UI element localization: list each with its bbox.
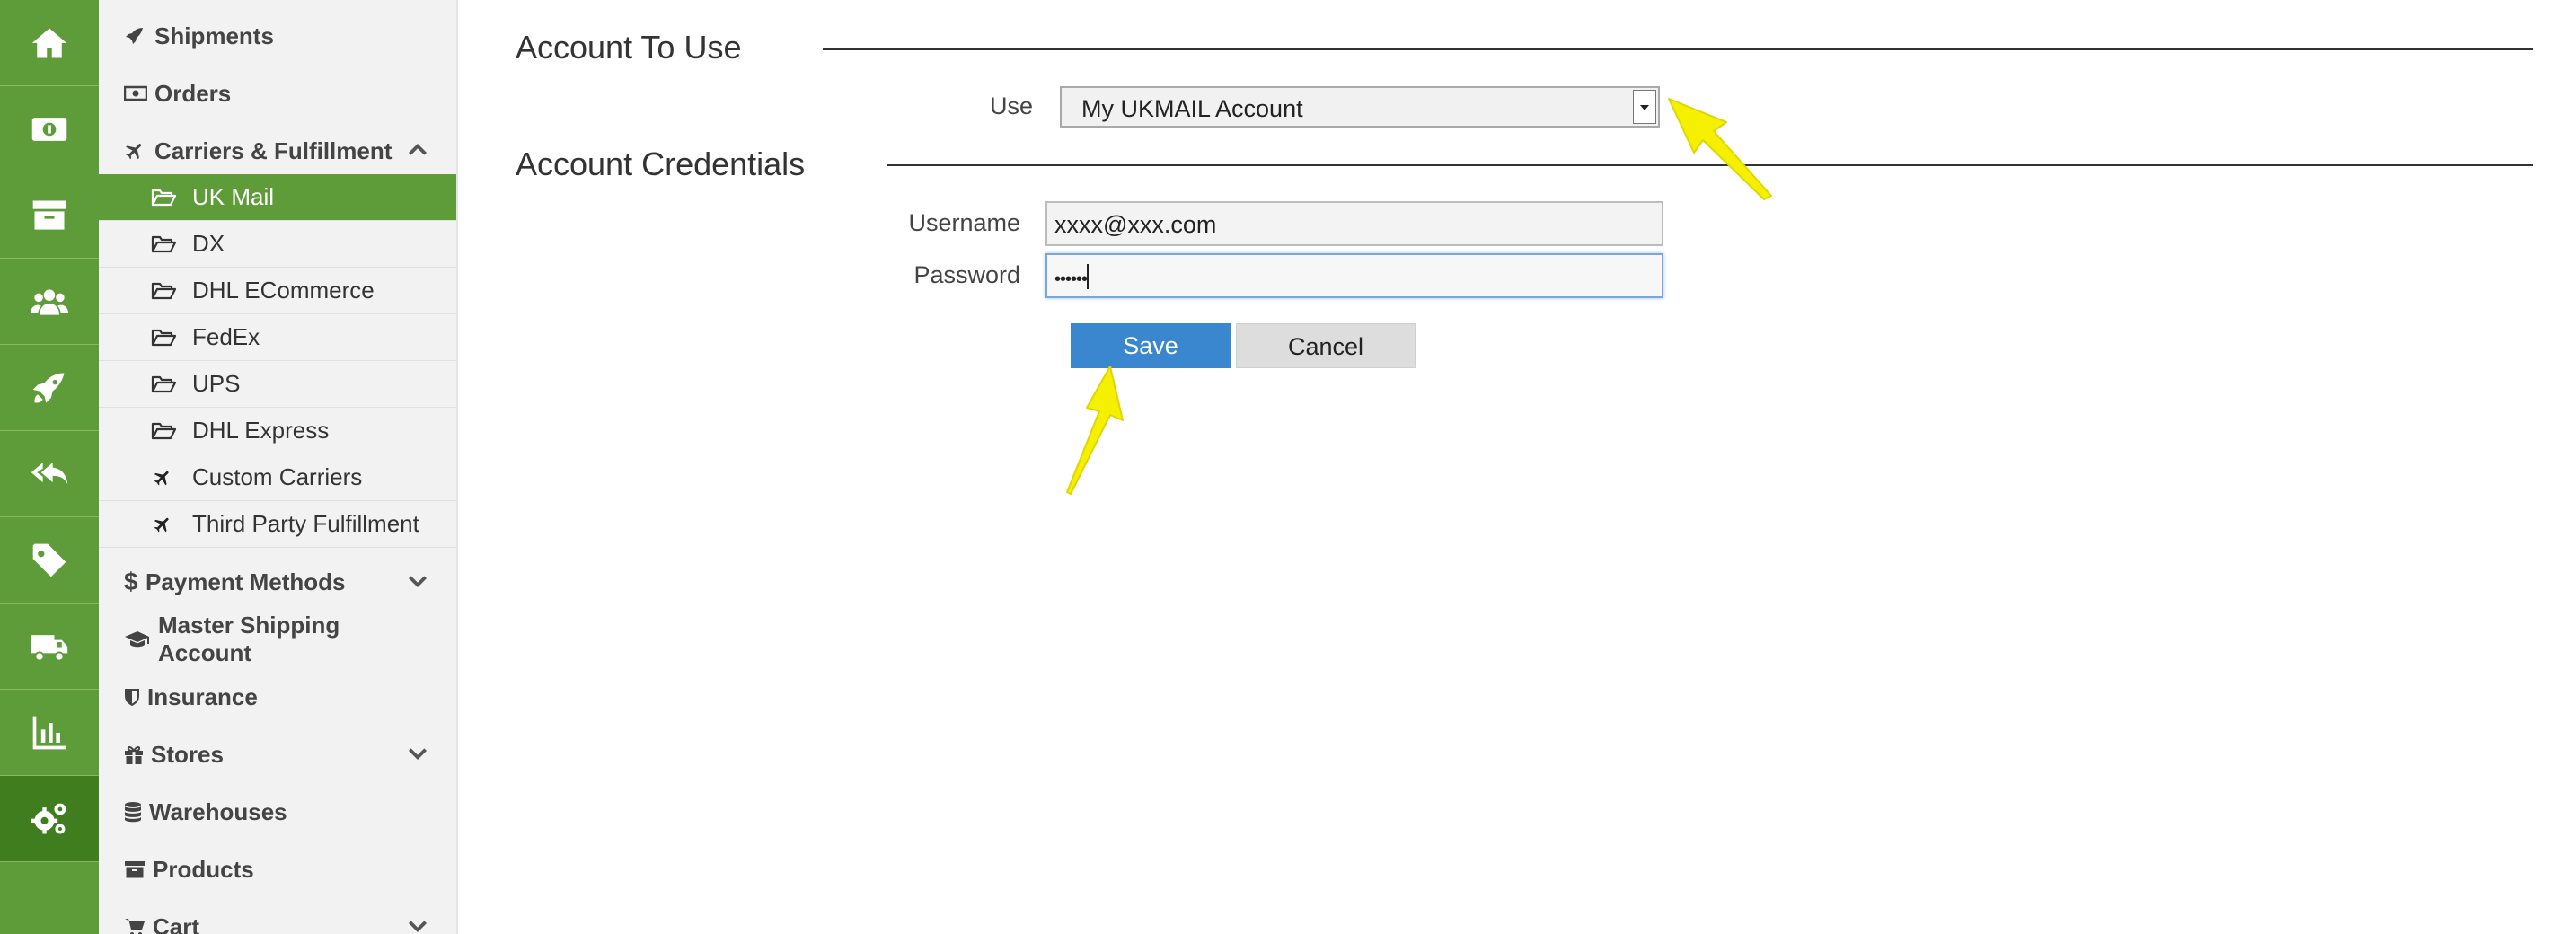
nav-stores-label: Stores <box>151 740 224 768</box>
carrier-item-dhl-express[interactable]: DHL Express <box>99 408 456 454</box>
nav-orders-label: Orders <box>154 79 232 107</box>
carrier-item-label: FedEx <box>192 323 260 350</box>
folder-open-icon <box>151 187 176 208</box>
carrier-item-label: Custom Carriers <box>192 463 363 490</box>
nav-cart-label: Cart <box>153 912 200 934</box>
password-label: Password <box>913 261 1020 288</box>
rail-delivery[interactable] <box>0 604 99 690</box>
money-icon <box>31 117 67 141</box>
rail-archive[interactable] <box>0 172 99 259</box>
database-icon <box>124 800 142 824</box>
rail-shipping[interactable] <box>0 345 99 431</box>
chevron-down-icon[interactable] <box>406 569 429 593</box>
icon-rail <box>0 0 99 934</box>
home-icon <box>31 28 67 57</box>
money-icon <box>124 82 147 105</box>
carrier-item-label: UPS <box>192 370 241 397</box>
nav-carriers-label: Carriers & Fulfillment <box>154 137 393 164</box>
rail-users[interactable] <box>0 259 99 345</box>
truck-icon <box>31 634 68 661</box>
settings-sidebar: Shipments Orders Carriers & Fulfillment … <box>99 0 458 934</box>
annotation-arrow-icon <box>1066 366 1124 495</box>
dropdown-arrow-icon[interactable] <box>1633 90 1656 124</box>
folder-open-icon <box>151 234 176 255</box>
users-icon <box>30 288 69 315</box>
carrier-item-label: DHL Express <box>192 417 330 444</box>
username-field[interactable]: xxxx@xxx.com <box>1045 201 1663 246</box>
carrier-item-label: Third Party Fulfillment <box>192 510 419 537</box>
account-select-value: My UKMAIL Account <box>1081 95 1303 122</box>
account-select[interactable]: My UKMAIL Account <box>1060 86 1660 128</box>
nav-products-label: Products <box>153 855 254 883</box>
nav-warehouses[interactable]: Warehouses <box>124 794 429 830</box>
plane-icon <box>153 515 172 534</box>
nav-insurance[interactable]: Insurance <box>124 679 429 715</box>
nav-products[interactable]: Products <box>124 851 429 887</box>
use-label: Use <box>989 93 1033 119</box>
rail-billing[interactable] <box>0 86 99 172</box>
shield-icon <box>124 685 140 709</box>
carrier-item-label: DX <box>192 230 225 257</box>
account-credentials-heading: Account Credentials <box>516 145 806 182</box>
cart-icon <box>124 915 146 934</box>
chevron-down-icon[interactable] <box>406 742 429 765</box>
folder-open-icon <box>151 420 176 442</box>
archive-icon <box>32 200 66 230</box>
rail-returns[interactable] <box>0 431 99 517</box>
archive-icon <box>124 858 146 881</box>
rocket-icon <box>32 373 65 402</box>
plane-icon <box>153 468 172 488</box>
folder-open-icon <box>151 374 176 395</box>
cogs-icon <box>31 803 66 833</box>
nav-master-shipping-account[interactable]: Master Shipping Account <box>124 612 429 666</box>
plane-icon <box>124 139 147 163</box>
rail-reports[interactable] <box>0 690 99 776</box>
nav-stores[interactable]: Stores <box>124 736 429 772</box>
username-value: xxxx@xxx.com <box>1054 211 1217 238</box>
carrier-item-custom-carriers[interactable]: Custom Carriers <box>99 454 456 501</box>
nav-carriers[interactable]: Carriers & Fulfillment <box>124 133 429 169</box>
tag-icon <box>32 543 66 577</box>
carrier-item-label: DHL ECommerce <box>192 277 375 304</box>
rail-settings[interactable] <box>0 776 99 862</box>
nav-insurance-label: Insurance <box>147 683 258 710</box>
gift-icon <box>124 743 144 766</box>
annotation-arrow-icon <box>1668 98 1772 200</box>
dollar-icon: $ <box>124 568 138 595</box>
nav-payment-methods-label: Payment Methods <box>146 568 346 595</box>
folder-open-icon <box>151 327 176 348</box>
nav-warehouses-label: Warehouses <box>149 797 287 825</box>
cancel-button[interactable]: Cancel <box>1236 323 1416 368</box>
carrier-item-dx[interactable]: DX <box>99 221 456 268</box>
graduation-cap-icon <box>124 628 151 651</box>
nav-shipments-label: Shipments <box>154 22 274 49</box>
folder-open-icon <box>151 280 176 302</box>
carrier-item-fedex[interactable]: FedEx <box>99 314 456 361</box>
nav-cart[interactable]: Cart <box>124 909 429 934</box>
carrier-item-third-party-fulfillment[interactable]: Third Party Fulfillment <box>99 501 456 548</box>
nav-orders[interactable]: Orders <box>124 75 429 111</box>
rail-home[interactable] <box>0 0 99 86</box>
carrier-item-dhl-ecommerce[interactable]: DHL ECommerce <box>99 268 456 314</box>
save-button[interactable]: Save <box>1071 323 1231 368</box>
chevron-down-icon[interactable] <box>406 914 429 934</box>
rail-tags[interactable] <box>0 517 99 604</box>
nav-master-shipping-account-label: Master Shipping Account <box>158 612 340 666</box>
carrier-item-label: UK Mail <box>192 183 275 210</box>
section-divider <box>823 48 2533 50</box>
account-to-use-heading: Account To Use <box>516 29 742 66</box>
password-value: •••••• <box>1054 269 1088 289</box>
nav-payment-methods[interactable]: $ Payment Methods <box>124 564 429 600</box>
bar-chart-icon <box>32 716 66 749</box>
text-cursor <box>1087 264 1090 289</box>
carrier-item-uk-mail[interactable]: UK Mail <box>99 174 456 221</box>
username-label: Username <box>908 209 1020 236</box>
reply-all-icon <box>31 462 68 484</box>
nav-shipments[interactable]: Shipments <box>124 18 429 54</box>
chevron-up-icon[interactable] <box>406 138 429 162</box>
password-field[interactable]: •••••• <box>1045 253 1663 298</box>
carrier-item-ups[interactable]: UPS <box>99 361 456 408</box>
rocket-icon <box>124 24 147 48</box>
